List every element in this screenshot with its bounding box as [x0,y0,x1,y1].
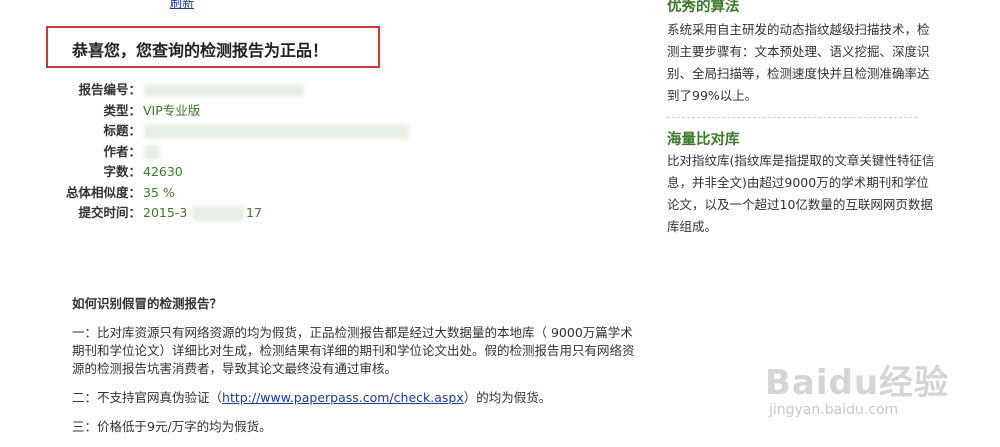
algorithm-title: 优秀的算法 [667,0,740,15]
database-title: 海量比对库 [667,132,740,148]
guide-point-2-suffix: ）的均为假货。 [463,390,552,405]
authenticity-notice-text: 恭喜您，您查询的检测报告为正品！ [72,41,329,60]
redacted-report-id [144,84,304,97]
guide-point-1: 一：比对库资源只有网络资源的均为假货，正品检测报告都是经过大数据量的本地库（ 9… [72,325,635,376]
redacted-title [144,124,409,139]
refresh-link[interactable]: 刷新 [170,0,194,11]
submit-time-label: 提交时间： [78,205,141,220]
submit-time-value-end: 17 [246,205,262,220]
submit-time-value-start: 2015-3 [143,205,188,220]
database-section: 海量比对库 比对指纹库(指纹库是指提取的文章关键性特征信息，并非全文)由超过90… [652,128,934,238]
authenticity-notice-box: 恭喜您，您查询的检测报告为正品！ [46,26,380,68]
watermark-url: jingyan.baidu.com [769,402,899,418]
report-id-label: 报告编号： [78,82,141,97]
guide-point-2-prefix: 二：不支持官网真伪验证（ [72,390,223,405]
redacted-submit-time [192,206,244,221]
title-label: 标题： [103,123,141,138]
type-label: 类型： [103,102,141,118]
verification-link[interactable]: http://www.paperpass.com/check.aspx [222,390,464,405]
type-value: VIP专业版 [143,102,201,118]
guide-point-3: 三：价格低于9元/万字的均为假货。 [72,419,272,434]
database-text: 比对指纹库(指纹库是指提取的文章关键性特征信息，并非全文)由超过9000万的学术… [667,153,935,234]
algorithm-section: 优秀的算法 系统采用自主研发的动态指纹越级扫描技术，检测主要步骤有：文本预处理、… [652,0,934,118]
guide-point-2: 二：不支持官网真伪验证（http://www.paperpass.com/che… [72,389,642,407]
sidebar: 优秀的算法 系统采用自主研发的动态指纹越级扫描技术，检测主要步骤有：文本预处理、… [652,0,934,238]
baidu-jingyan-watermark: Baidu经验 jingyan.baidu.com [765,355,949,418]
author-label: 作者： [103,143,141,159]
similarity-label: 总体相似度： [65,184,141,200]
watermark-main: Baidu经验 [765,363,950,403]
sidebar-divider [667,117,917,118]
wordcount-value: 42630 [143,164,183,179]
redacted-author [144,144,160,160]
fake-report-guide: 如何识别假冒的检测报告？ 一：比对库资源只有网络资源的均为假货，正品检测报告都是… [72,293,642,447]
guide-title: 如何识别假冒的检测报告？ [72,296,223,311]
similarity-value: 35 % [143,184,175,200]
wordcount-label: 字数： [103,164,141,179]
algorithm-text: 系统采用自主研发的动态指纹越级扫描技术，检测主要步骤有：文本预处理、语义挖掘、深… [667,22,930,103]
